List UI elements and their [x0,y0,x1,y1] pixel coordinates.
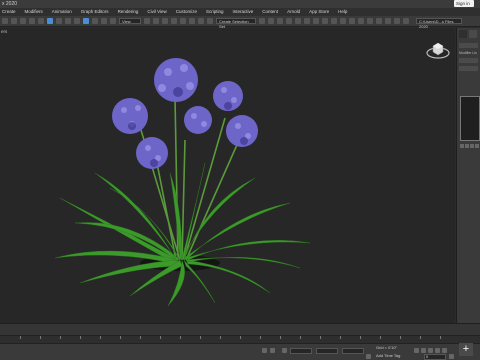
render-in-cloud-icon[interactable] [349,18,355,24]
menu-item-content[interactable]: Content [262,8,278,16]
menu-item-graph-editors[interactable]: Graph Editors [81,8,109,16]
rendered-frame-window-icon[interactable] [331,18,337,24]
menu-item-interactive[interactable]: Interactive [233,8,254,16]
window-crossing-icon[interactable] [74,18,80,24]
status-bar: Grid = 0'10" Add Time Tag 0 [0,343,480,360]
spinner-snap-icon[interactable] [198,18,204,24]
angle-snap-icon[interactable] [180,18,186,24]
modifier-field[interactable] [459,66,478,71]
create-tab-icon[interactable] [459,30,467,38]
render-view-icon[interactable] [385,18,391,24]
next-frame-icon[interactable] [435,348,440,353]
command-panel: Modifier Lis [456,28,480,323]
align-icon[interactable] [268,18,274,24]
select-object-icon[interactable] [47,18,53,24]
time-slider[interactable] [0,323,480,335]
time-config-icon[interactable] [449,354,454,359]
unlink-icon[interactable] [29,18,35,24]
move-icon[interactable] [83,18,89,24]
modifier-stack-box[interactable] [460,96,480,141]
link-icon[interactable] [20,18,26,24]
previous-frame-icon[interactable] [421,348,426,353]
schematic-view-icon[interactable] [304,18,310,24]
modify-tab-icon[interactable] [469,30,477,38]
undo-icon[interactable] [2,18,8,24]
menu-item-civil-view[interactable]: Civil View [147,8,166,16]
object-name-field[interactable] [459,43,478,48]
named-selection-set-dropdown[interactable]: Create Selection Set [216,18,256,29]
select-by-name-icon[interactable] [56,18,62,24]
keyboard-shortcut-icon[interactable] [162,18,168,24]
x-coordinate-field[interactable] [290,348,312,354]
time-tag-icon[interactable] [366,354,371,359]
3dsmax-window: x 2020 Sign in Create Modifiers Animatio… [0,0,480,360]
project-path-dropdown[interactable]: C:\Users\D...s Files 2020 [416,18,462,29]
menu-item-animation[interactable]: Animation [52,8,72,16]
y-coordinate-field[interactable] [316,348,338,354]
modifier-list-label[interactable]: Modifier Lis [459,51,478,55]
mirror-icon[interactable] [259,18,265,24]
add-viewport-button[interactable]: + [459,343,473,356]
layer-explorer-icon[interactable] [277,18,283,24]
reference-coordinate-dropdown[interactable]: View [119,18,141,24]
viewcube-icon[interactable] [426,38,450,60]
render-options-icon[interactable] [394,18,400,24]
toggle-ribbon-icon[interactable] [286,18,292,24]
modifier-list-dropdown[interactable] [459,58,478,63]
go-to-end-icon[interactable] [442,348,447,353]
track-bar[interactable] [0,335,480,343]
rotate-icon[interactable] [92,18,98,24]
project-folder-icon[interactable] [403,18,409,24]
placement-icon[interactable] [110,18,116,24]
sign-in-button[interactable]: Sign in [454,0,474,7]
current-frame-field[interactable]: 0 [424,354,446,360]
make-unique-icon[interactable] [470,144,474,148]
menu-item-create[interactable]: Create [2,8,16,16]
material-editor-icon[interactable] [313,18,319,24]
z-coordinate-field[interactable] [342,348,364,354]
bind-icon[interactable] [38,18,44,24]
show-end-result-icon[interactable] [465,144,469,148]
scale-icon[interactable] [101,18,107,24]
window-title: x 2020 [2,1,18,7]
render-setup-icon[interactable] [322,18,328,24]
menu-item-customize[interactable]: Customize [176,8,197,16]
edit-named-selection-icon[interactable] [207,18,213,24]
absolute-mode-icon[interactable] [282,348,287,353]
menu-item-app-store[interactable]: App Store [309,8,329,16]
add-time-tag-button[interactable]: Add Time Tag [376,353,400,359]
play-icon[interactable] [428,348,433,353]
menu-item-help[interactable]: Help [338,8,347,16]
main-toolbar: View Create Selection Set C:\Users\D...s… [0,16,480,29]
render-production-icon[interactable] [340,18,346,24]
perspective-viewport[interactable]: ers [0,28,455,323]
menu-item-scripting[interactable]: Scripting [206,8,224,16]
grid-label: Grid = 0'10" [376,345,397,350]
remove-modifier-icon[interactable] [475,144,479,148]
arnold-light-icon[interactable] [376,18,382,24]
plant-render [54,58,311,307]
a360-gallery-icon[interactable] [358,18,364,24]
title-bar: x 2020 Sign in [0,0,480,8]
menu-item-rendering[interactable]: Rendering [118,8,139,16]
region-select-icon[interactable] [65,18,71,24]
go-to-start-icon[interactable] [414,348,419,353]
pin-stack-icon[interactable] [460,144,464,148]
select-manipulate-icon[interactable] [153,18,159,24]
percent-snap-icon[interactable] [189,18,195,24]
pivot-icon[interactable] [144,18,150,24]
menu-item-modifiers[interactable]: Modifiers [25,8,43,16]
menu-bar: Create Modifiers Animation Graph Editors… [0,8,480,16]
arnold-render-icon[interactable] [367,18,373,24]
lock-selection-icon[interactable] [262,348,267,353]
curve-editor-icon[interactable] [295,18,301,24]
redo-icon[interactable] [11,18,17,24]
menu-item-arnold[interactable]: Arnold [287,8,300,16]
snap-toggle-icon[interactable] [171,18,177,24]
isolate-icon[interactable] [270,348,275,353]
